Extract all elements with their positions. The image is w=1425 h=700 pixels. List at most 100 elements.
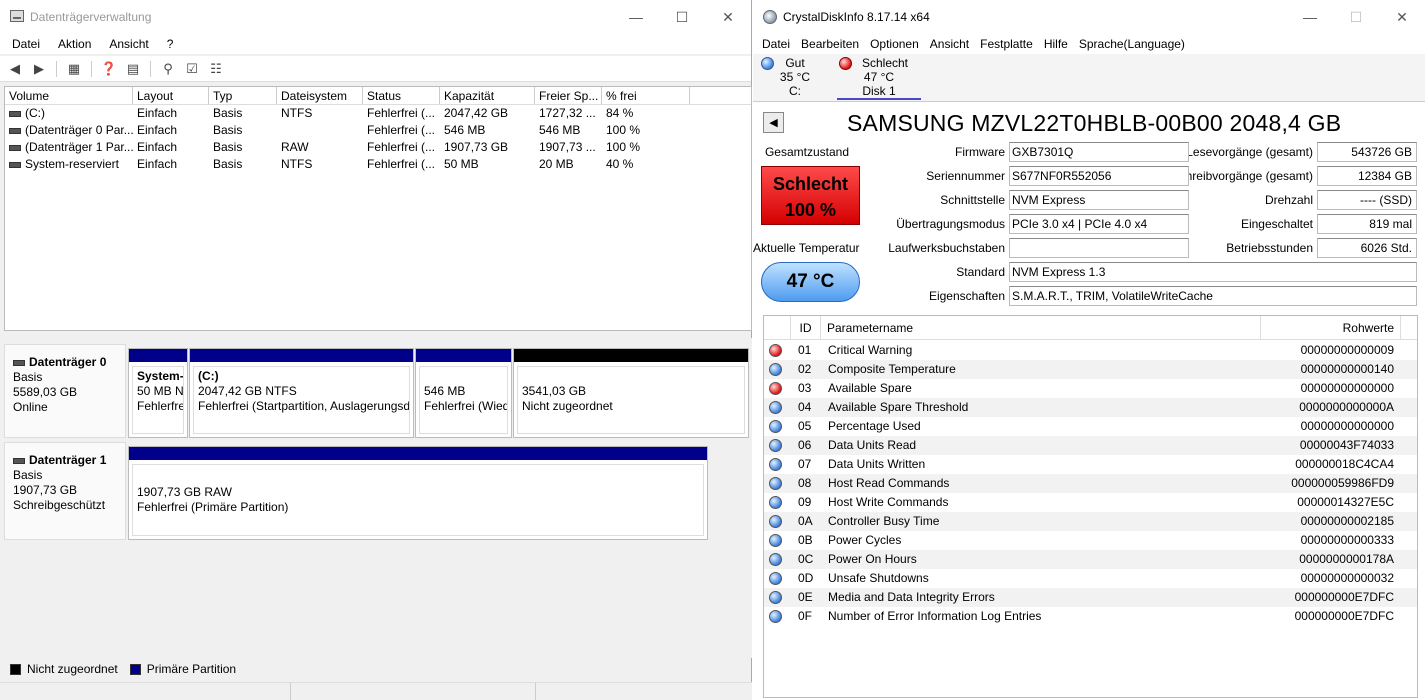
statusbar [0, 682, 752, 700]
maximize-button[interactable]: ☐ [1333, 0, 1379, 34]
disk-1-label[interactable]: Datenträger 1 Basis 1907,73 GB Schreibge… [4, 442, 126, 540]
table-row[interactable]: 08 Host Read Commands 000000059986FD9 [764, 474, 1417, 493]
disk-tab-disk1[interactable]: Schlecht 47 °C Disk 1 [837, 54, 921, 100]
menu-hilfe[interactable]: Hilfe [1042, 37, 1070, 51]
forward-arrow-icon[interactable]: ▶ [28, 59, 50, 79]
table-row[interactable]: (Datenträger 1 Par... Einfach Basis RAW … [5, 139, 751, 156]
table-row[interactable]: 05 Percentage Used 00000000000000 [764, 417, 1417, 436]
smart-id: 0F [798, 609, 813, 623]
smart-raw-value: 00000000000140 [1300, 362, 1394, 376]
partition-unallocated[interactable]: 3541,03 GB Nicht zugeordnet [513, 348, 749, 438]
menu-optionen[interactable]: Optionen [868, 37, 921, 51]
smart-id: 05 [798, 419, 812, 433]
col-layout[interactable]: Layout [133, 87, 209, 104]
table-row[interactable]: 01 Critical Warning 00000000000009 [764, 341, 1417, 360]
details-icon[interactable]: ☷ [205, 59, 227, 79]
drive-model: SAMSUNG MZVL22T0HBLB-00B00 2048,4 GB [847, 110, 1342, 136]
disk-1-state: Schreibgeschützt [13, 498, 106, 512]
table-row[interactable]: (Datenträger 0 Par... Einfach Basis Fehl… [5, 122, 751, 139]
table-row[interactable]: 0D Unsafe Shutdowns 00000000000032 [764, 569, 1417, 588]
volume-name: (Datenträger 1 Par... [25, 140, 133, 154]
status-good-icon [769, 572, 782, 585]
checklist-icon[interactable]: ☑ [181, 59, 203, 79]
partition-title: System- [137, 369, 184, 383]
firmware-value: GXB7301Q [1009, 142, 1189, 162]
previous-disk-button[interactable]: ◀ [763, 112, 784, 133]
menu-aktion[interactable]: Aktion [52, 37, 97, 51]
back-arrow-icon[interactable]: ◀ [4, 59, 26, 79]
smart-table-header: ID Parametername Rohwerte [764, 316, 1417, 340]
menu-datei[interactable]: Datei [760, 37, 792, 51]
disk-0-block: Datenträger 0 Basis 5589,03 GB Online Sy… [4, 344, 752, 438]
disk-1-name: Datenträger 1 [29, 453, 107, 467]
crystaldiskinfo-icon [763, 10, 777, 24]
disk-tab-c[interactable]: Gut 35 °C C: [761, 54, 825, 100]
table-row[interactable]: 07 Data Units Written 000000018C4CA4 [764, 455, 1417, 474]
table-row[interactable]: 04 Available Spare Threshold 0000000000000… [764, 398, 1417, 417]
volume-filesystem: NTFS [281, 106, 313, 120]
partition-system-reserved[interactable]: System- 50 MB N Fehlerfre [128, 348, 188, 438]
col-dateisystem[interactable]: Dateisystem [277, 87, 363, 104]
disk-0-label[interactable]: Datenträger 0 Basis 5589,03 GB Online [4, 344, 126, 438]
temperature-box[interactable]: 47 °C [761, 262, 860, 302]
minimize-button[interactable]: — [1287, 0, 1333, 34]
volume-capacity: 1907,73 GB [444, 140, 509, 154]
col-freier-speicher[interactable]: Freier Sp... [535, 87, 602, 104]
help-icon[interactable]: ❓ [98, 59, 120, 79]
smart-parameter-name: Power On Hours [828, 552, 917, 566]
total-writes-label: Schreibvorgänge (gesamt) [1189, 169, 1313, 183]
col-prozent-frei[interactable]: % frei [602, 87, 690, 104]
connect-icon[interactable]: ⚲ [157, 59, 179, 79]
total-reads-label: Lesevorgänge (gesamt) [1189, 145, 1313, 159]
menu-bearbeiten[interactable]: Bearbeiten [799, 37, 861, 51]
menu-ansicht[interactable]: Ansicht [928, 37, 971, 51]
smart-raw-value: 00000000000000 [1300, 419, 1394, 433]
close-button[interactable]: ✕ [1379, 0, 1425, 34]
col-kapazitaet[interactable]: Kapazität [440, 87, 535, 104]
table-row[interactable]: 0A Controller Busy Time 00000000002185 [764, 512, 1417, 531]
console-tree-icon[interactable]: ▦ [63, 59, 85, 79]
partition-c[interactable]: (C:) 2047,42 GB NTFS Fehlerfrei (Startpart… [189, 348, 414, 438]
table-row[interactable]: 0F Number of Error Information Log Entrie… [764, 607, 1417, 626]
menu-help[interactable]: ? [161, 37, 180, 51]
col-raw[interactable]: Rohwerte [1261, 316, 1401, 340]
menu-sprache[interactable]: Sprache(Language) [1077, 37, 1187, 51]
properties-icon[interactable]: ▤ [122, 59, 144, 79]
smart-id: 03 [798, 381, 812, 395]
smart-parameter-name: Composite Temperature [828, 362, 956, 376]
table-row[interactable]: 0C Power On Hours 0000000000178A [764, 550, 1417, 569]
close-button[interactable]: ✕ [705, 0, 751, 34]
table-row[interactable]: 03 Available Spare 00000000000000 [764, 379, 1417, 398]
col-typ[interactable]: Typ [209, 87, 277, 104]
legend-primary: Primäre Partition [146, 662, 237, 676]
maximize-button[interactable]: ☐ [659, 0, 705, 34]
volume-layout: Einfach [137, 106, 178, 120]
health-status-box[interactable]: Schlecht 100 % [761, 166, 860, 225]
drive-icon [9, 161, 21, 168]
volume-name: (Datenträger 0 Par... [25, 123, 133, 137]
menu-ansicht[interactable]: Ansicht [103, 37, 154, 51]
table-row[interactable]: 0E Media and Data Integrity Errors 0000000… [764, 588, 1417, 607]
col-volume[interactable]: Volume [5, 87, 133, 104]
table-row[interactable]: (C:) Einfach Basis NTFS Fehlerfrei (... … [5, 105, 751, 122]
status-good-icon [769, 496, 782, 509]
smart-raw-value: 0000000000178A [1299, 552, 1394, 566]
menu-festplatte[interactable]: Festplatte [978, 37, 1035, 51]
col-status[interactable]: Status [363, 87, 440, 104]
col-id[interactable]: ID [791, 316, 821, 340]
col-parameter[interactable]: Parametername [821, 316, 1261, 340]
partition-raw[interactable]: 1907,73 GB RAW Fehlerfrei (Primäre Partit… [128, 446, 708, 540]
menu-datei[interactable]: Datei [6, 37, 46, 51]
table-row[interactable]: 0B Power Cycles 00000000000333 [764, 531, 1417, 550]
table-row[interactable]: System-reserviert Einfach Basis NTFS Feh… [5, 156, 751, 173]
partition-recovery[interactable]: 546 MB Fehlerfrei (Wied [415, 348, 512, 438]
table-row[interactable]: 02 Composite Temperature 00000000000140 [764, 360, 1417, 379]
table-row[interactable]: 09 Host Write Commands 00000014327E5C [764, 493, 1417, 512]
interface-value: NVM Express [1009, 190, 1189, 210]
dm-titlebar[interactable]: Datenträgerverwaltung — ☐ ✕ [0, 0, 751, 34]
features-label: Eigenschaften [928, 289, 1005, 303]
table-row[interactable]: 06 Data Units Read 00000043F74033 [764, 436, 1417, 455]
minimize-button[interactable]: — [613, 0, 659, 34]
cdi-titlebar[interactable]: CrystalDiskInfo 8.17.14 x64 — ☐ ✕ [753, 0, 1425, 34]
disk-tabs: Gut 35 °C C: Schlecht 47 °C Disk 1 [753, 54, 1425, 102]
